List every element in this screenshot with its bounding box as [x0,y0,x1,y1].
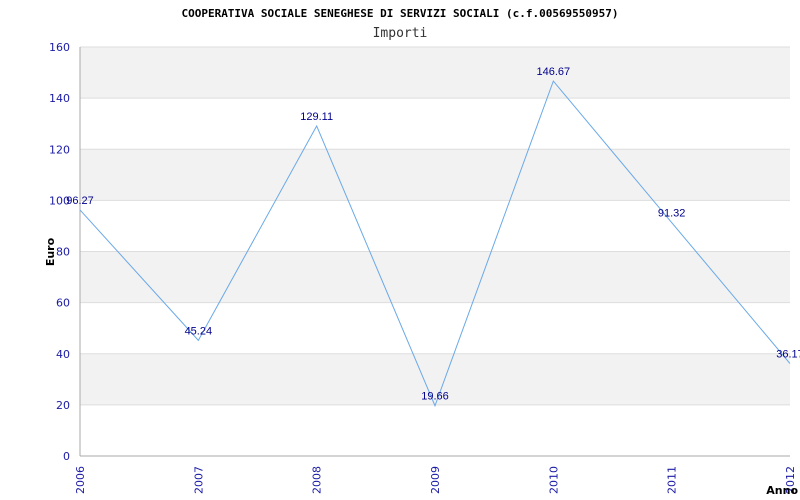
y-tick-label: 20 [56,399,70,412]
line-chart: COOPERATIVA SOCIALE SENEGHESE DI SERVIZI… [44,7,800,497]
data-label: 19.66 [421,391,449,403]
y-tick-label: 40 [56,348,70,361]
y-tick-label: 0 [63,450,70,463]
data-label: 96.27 [66,195,94,207]
x-tick-label: 2010 [547,466,560,494]
plot-band [80,251,790,303]
y-tick-label: 160 [49,41,70,54]
x-tick-label: 2006 [74,466,87,494]
data-label: 129.11 [300,111,333,123]
x-axis-ticks: 2006 2007 2008 2009 2010 2011 2012 [74,466,797,494]
plot-band [80,149,790,201]
y-tick-label: 60 [56,297,70,310]
data-label: 91.32 [658,208,686,220]
x-tick-label: 2008 [311,466,324,494]
chart-subtitle: Importi [373,26,428,41]
plot-band [80,47,790,99]
x-tick-label: 2009 [429,466,442,494]
y-tick-label: 80 [56,246,70,259]
chart-title: COOPERATIVA SOCIALE SENEGHESE DI SERVIZI… [181,7,618,20]
data-label: 45.24 [185,325,213,337]
y-tick-label: 120 [49,143,70,156]
data-label: 146.67 [537,66,571,78]
y-tick-label: 140 [49,92,70,105]
x-tick-label: 2007 [192,466,205,494]
plot-band [80,98,790,150]
x-tick-label: 2011 [666,466,679,494]
data-label: 36.17 [776,349,800,361]
plot-band [80,404,790,456]
y-axis-label: Euro [44,237,57,266]
x-axis-label: Anno [766,484,798,497]
